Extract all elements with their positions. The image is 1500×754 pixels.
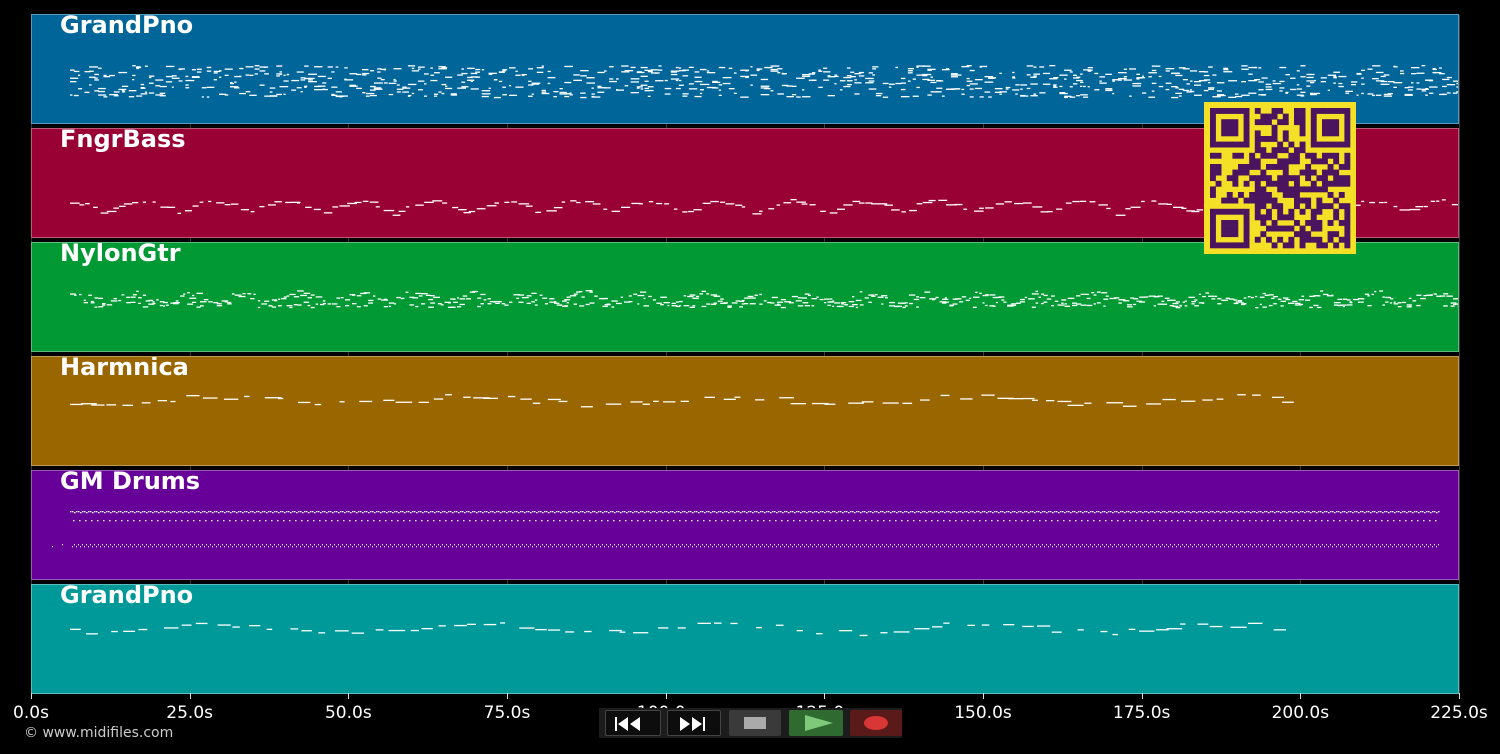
track-lane-6[interactable]: GrandPno bbox=[31, 584, 1459, 694]
record-button[interactable] bbox=[850, 710, 902, 736]
note-pattern bbox=[70, 290, 1458, 309]
track-lane-5[interactable]: GM Drums bbox=[31, 470, 1459, 580]
stop-button[interactable] bbox=[729, 710, 781, 736]
tick-mark bbox=[31, 693, 32, 699]
tick-mark bbox=[1459, 693, 1460, 699]
tick-label: 225.0s bbox=[1430, 703, 1488, 723]
tick-label: 50.0s bbox=[324, 703, 372, 723]
tick-mark bbox=[983, 693, 984, 699]
qr-code-icon bbox=[1204, 102, 1356, 254]
fast-forward-icon bbox=[680, 717, 705, 731]
note-pattern bbox=[52, 511, 1440, 548]
rewind-icon bbox=[615, 717, 640, 731]
track-name: NylonGtr bbox=[60, 242, 181, 267]
tick-mark bbox=[1141, 693, 1143, 699]
midi-track-viewer: GrandPno FngrBass NylonGtr Harmnica GM D… bbox=[0, 0, 1500, 754]
note-pattern bbox=[70, 394, 1294, 408]
tick-mark bbox=[665, 693, 667, 699]
tick-label: 200.0s bbox=[1271, 703, 1330, 723]
track-lane-4[interactable]: Harmnica bbox=[31, 356, 1459, 466]
track-name: Harmnica bbox=[60, 356, 189, 381]
tick-label: 150.0s bbox=[954, 703, 1012, 723]
tick-mark bbox=[507, 693, 508, 699]
track-lane-3[interactable]: NylonGtr bbox=[31, 242, 1459, 352]
track-name: GM Drums bbox=[60, 470, 201, 495]
tick-label: 175.0s bbox=[1112, 703, 1171, 723]
tick-mark bbox=[824, 693, 826, 699]
fast-forward-button[interactable] bbox=[667, 710, 721, 736]
track-name: FngrBass bbox=[60, 128, 186, 153]
play-icon bbox=[805, 715, 833, 731]
note-pattern bbox=[70, 622, 1286, 637]
tick-label: 0.0s bbox=[13, 703, 49, 723]
record-icon bbox=[864, 716, 888, 730]
rewind-button[interactable] bbox=[605, 710, 661, 736]
tick-mark bbox=[1300, 693, 1302, 699]
tick-mark bbox=[189, 693, 191, 699]
tick-label: 75.0s bbox=[483, 703, 531, 723]
play-button[interactable] bbox=[789, 710, 843, 736]
tick-label: 25.0s bbox=[166, 703, 214, 723]
track-name: GrandPno bbox=[60, 584, 194, 609]
copyright-text: © www.midifiles.com bbox=[24, 725, 174, 741]
tick-mark bbox=[348, 693, 350, 699]
transport-controls bbox=[599, 708, 902, 738]
grid-line bbox=[1459, 15, 1460, 693]
track-name: GrandPno bbox=[60, 14, 194, 39]
stop-icon bbox=[744, 717, 766, 729]
